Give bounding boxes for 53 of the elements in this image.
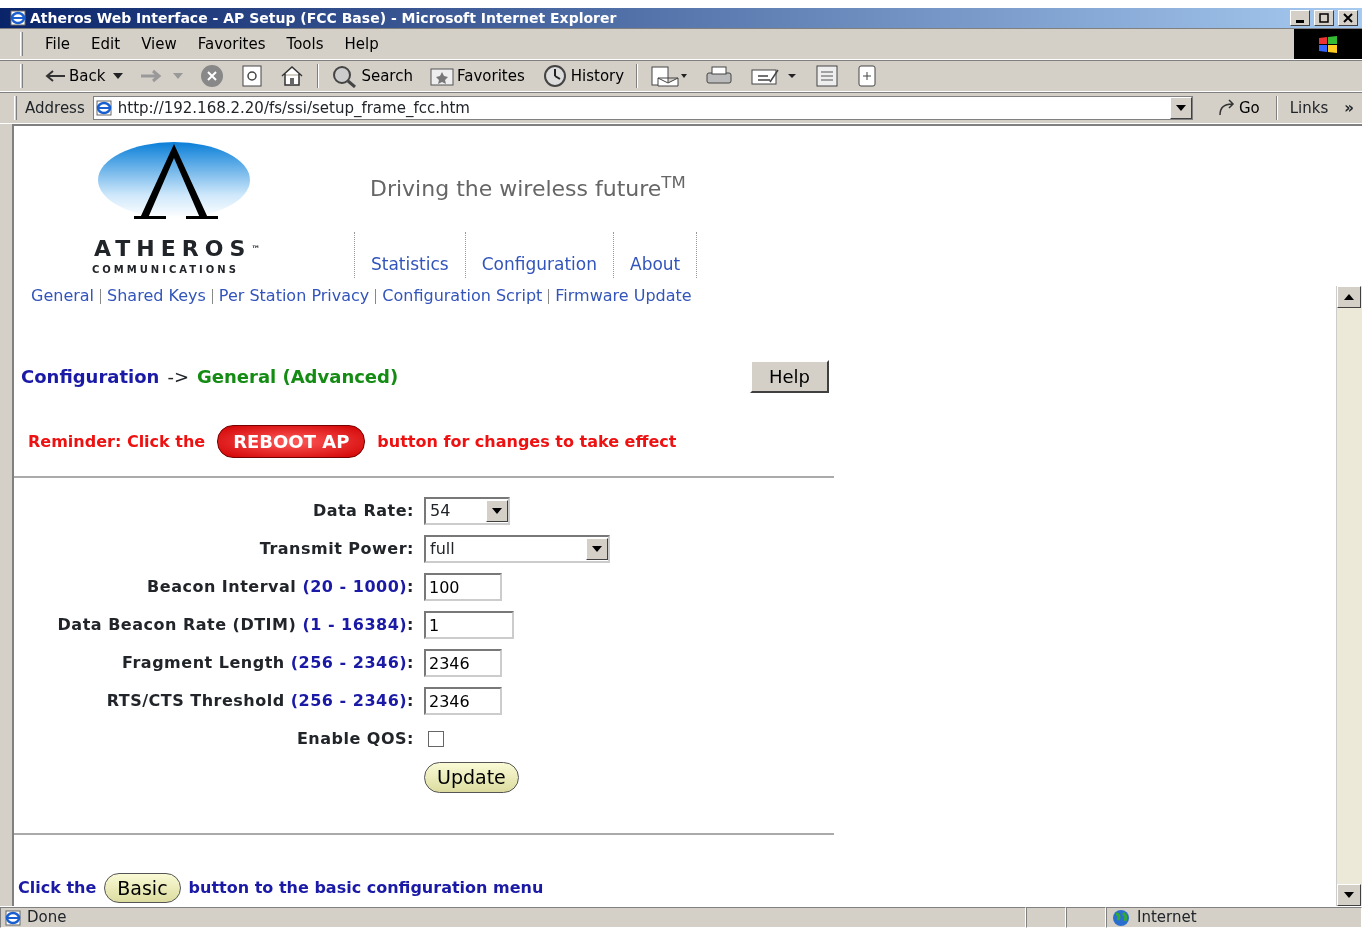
toolbar-button[interactable]: Back xyxy=(37,64,132,88)
toolbar-button[interactable]: Search xyxy=(323,64,421,88)
field-label: Data Rate: xyxy=(311,500,414,522)
field-label: Transmit Power: xyxy=(258,538,414,560)
field-label: Enable QOS: xyxy=(295,728,414,750)
field-label: RTS/CTS Threshold (256 - 2346): xyxy=(105,690,414,712)
input-field[interactable]: 1 xyxy=(424,611,514,639)
sub-nav-link[interactable]: General xyxy=(31,284,95,308)
menu-item[interactable]: View xyxy=(133,32,190,56)
field-label: Beacon Interval (20 - 1000): xyxy=(146,576,414,598)
input-field[interactable]: 2346 xyxy=(424,649,502,677)
status-text: Done xyxy=(27,907,67,928)
sub-nav-link[interactable]: Per Station Privacy xyxy=(218,284,370,308)
menu-item[interactable]: Edit xyxy=(83,32,134,56)
sub-nav-link[interactable]: Shared Keys xyxy=(107,284,206,308)
window-title: Atheros Web Interface - AP Setup (FCC Base) - Microsoft Internet Explorer xyxy=(30,8,618,28)
dropdown[interactable]: 54 xyxy=(424,497,510,525)
go-button[interactable]: Go xyxy=(1208,96,1268,120)
input-field[interactable]: 2346 xyxy=(424,687,502,715)
address-field[interactable]: http://192.168.2.20/fs/ssi/setup_frame_fcc.htm xyxy=(92,96,1193,120)
toolbar-button[interactable]: History xyxy=(532,64,633,88)
menu-item[interactable]: File xyxy=(37,32,84,56)
address-label: Address xyxy=(25,97,85,119)
reminder-text: button for changes to take effect xyxy=(377,430,677,453)
menu-item[interactable]: Tools xyxy=(278,32,337,56)
field-label: Fragment Length (256 - 2346): xyxy=(121,652,414,674)
nav-tab[interactable]: Configuration xyxy=(464,232,613,278)
sub-nav-link[interactable]: Configuration Script xyxy=(382,284,543,308)
breadcrumb-arrow: -> xyxy=(167,365,189,389)
reboot-ap-button[interactable]: REBOOT AP xyxy=(217,425,366,458)
tagline: Driving the wireless future$^{TM}$ xyxy=(370,172,686,203)
toolbar-button[interactable]: Favorites xyxy=(420,64,533,88)
brand-subtitle: COMMUNICATIONS xyxy=(92,263,239,277)
dropdown[interactable]: full xyxy=(424,535,610,563)
chevron-button[interactable]: » xyxy=(1344,96,1354,120)
sub-nav-link[interactable]: Firmware Update xyxy=(555,284,692,308)
breadcrumb-section: Configuration xyxy=(21,363,160,390)
basic-button[interactable]: Basic xyxy=(104,872,181,903)
links-label[interactable]: Links xyxy=(1289,96,1329,120)
menu-item[interactable]: Help xyxy=(336,32,392,56)
help-button[interactable]: Help xyxy=(749,360,829,393)
nav-tab[interactable]: About xyxy=(613,232,697,278)
brand-name: ATHEROS$^{™}$ xyxy=(94,235,261,263)
zone-text: Internet xyxy=(1137,907,1197,928)
input-field[interactable]: 100 xyxy=(424,573,502,601)
nav-tab[interactable]: Statistics xyxy=(354,232,465,278)
menu-item[interactable]: Favorites xyxy=(189,32,279,56)
breadcrumb-page: General (Advanced) xyxy=(197,365,400,389)
field-label: Data Beacon Rate (DTIM) (1 - 16384): xyxy=(56,614,414,636)
reminder-text: Reminder: Click the xyxy=(28,430,206,453)
update-button[interactable]: Update xyxy=(424,762,519,793)
footer-text: button to the basic configuration menu xyxy=(188,876,544,899)
footer-text: Click the xyxy=(18,876,97,899)
